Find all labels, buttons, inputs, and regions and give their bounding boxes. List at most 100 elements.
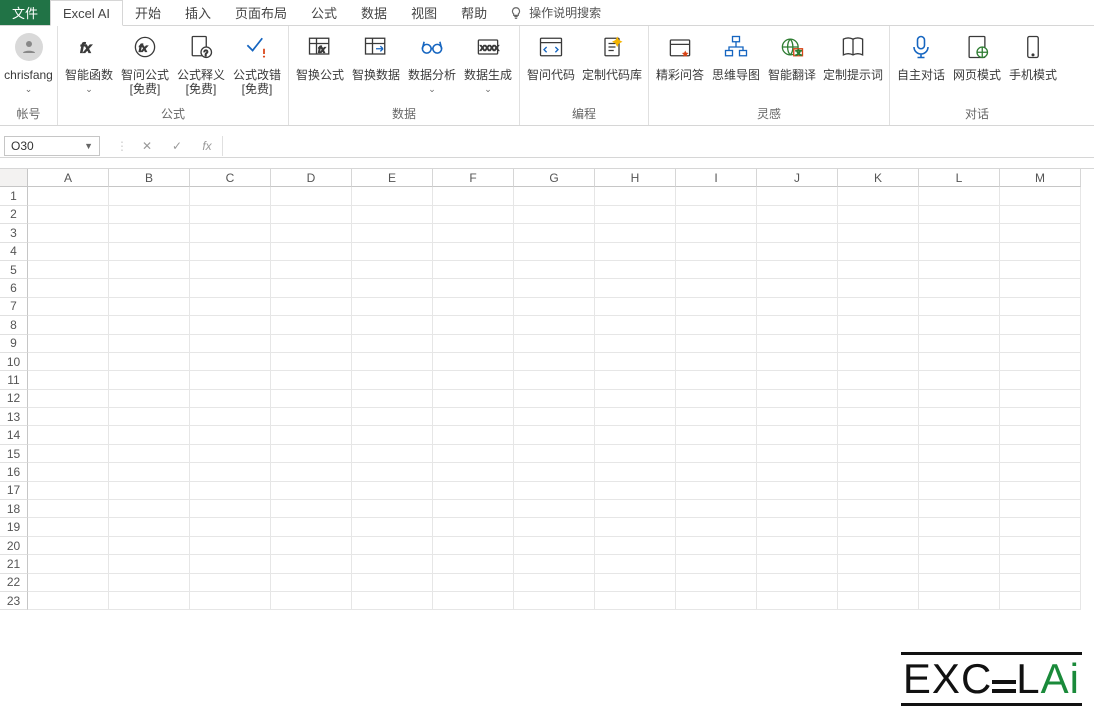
cell[interactable]: [190, 592, 271, 610]
cell[interactable]: [433, 316, 514, 334]
row-header[interactable]: 4: [0, 243, 28, 261]
cell[interactable]: [595, 555, 676, 573]
cell[interactable]: [757, 187, 838, 205]
cell[interactable]: [757, 224, 838, 242]
cell[interactable]: [109, 426, 190, 444]
cell[interactable]: [28, 224, 109, 242]
cell[interactable]: [514, 482, 595, 500]
cell[interactable]: [190, 353, 271, 371]
cell[interactable]: [28, 243, 109, 261]
cell[interactable]: [676, 426, 757, 444]
cell[interactable]: [595, 537, 676, 555]
cell[interactable]: [28, 279, 109, 297]
cell[interactable]: [757, 574, 838, 592]
cell[interactable]: [433, 187, 514, 205]
select-all-corner[interactable]: [0, 169, 28, 187]
cell[interactable]: [919, 316, 1000, 334]
cell[interactable]: [433, 592, 514, 610]
cell[interactable]: [514, 335, 595, 353]
cell[interactable]: [919, 482, 1000, 500]
cell[interactable]: [676, 445, 757, 463]
cell[interactable]: [28, 390, 109, 408]
cell[interactable]: [433, 426, 514, 444]
cell[interactable]: [433, 445, 514, 463]
cell[interactable]: [757, 463, 838, 481]
cell[interactable]: [676, 482, 757, 500]
row-header[interactable]: 2: [0, 206, 28, 224]
cell[interactable]: [271, 408, 352, 426]
cell[interactable]: [514, 206, 595, 224]
cell[interactable]: [514, 426, 595, 444]
cell[interactable]: [838, 243, 919, 261]
cell[interactable]: [757, 206, 838, 224]
cell[interactable]: [271, 316, 352, 334]
cell[interactable]: [190, 518, 271, 536]
cell[interactable]: [190, 426, 271, 444]
cell[interactable]: [352, 555, 433, 573]
cell[interactable]: [433, 390, 514, 408]
cell[interactable]: [757, 261, 838, 279]
cell[interactable]: [28, 371, 109, 389]
cell[interactable]: [433, 224, 514, 242]
cell[interactable]: [109, 537, 190, 555]
cell[interactable]: [271, 187, 352, 205]
cell[interactable]: [271, 555, 352, 573]
cell[interactable]: [919, 371, 1000, 389]
column-header[interactable]: K: [838, 169, 919, 187]
cell[interactable]: [271, 206, 352, 224]
cell[interactable]: [352, 463, 433, 481]
cell[interactable]: [28, 574, 109, 592]
cell[interactable]: [28, 426, 109, 444]
cell[interactable]: [1000, 187, 1081, 205]
cell[interactable]: [919, 574, 1000, 592]
web-mode-button[interactable]: 网页模式: [952, 30, 1002, 82]
cell[interactable]: [919, 390, 1000, 408]
cell[interactable]: [190, 445, 271, 463]
cell[interactable]: [757, 371, 838, 389]
cell[interactable]: [433, 500, 514, 518]
cell[interactable]: [1000, 335, 1081, 353]
cell[interactable]: [919, 555, 1000, 573]
cell[interactable]: [28, 500, 109, 518]
smart-function-button[interactable]: fx 智能函数 ⌄: [64, 30, 114, 96]
fix-formula-button[interactable]: 公式改错 [免费]: [232, 30, 282, 96]
cell[interactable]: [352, 592, 433, 610]
cell[interactable]: [190, 408, 271, 426]
cell[interactable]: [919, 463, 1000, 481]
cell[interactable]: [838, 408, 919, 426]
cell[interactable]: [514, 463, 595, 481]
cell[interactable]: [838, 445, 919, 463]
cell[interactable]: [919, 426, 1000, 444]
cell[interactable]: [757, 390, 838, 408]
cell[interactable]: [676, 261, 757, 279]
cell[interactable]: [838, 426, 919, 444]
cell[interactable]: [514, 353, 595, 371]
cell[interactable]: [514, 279, 595, 297]
column-header[interactable]: D: [271, 169, 352, 187]
cell[interactable]: [109, 500, 190, 518]
cell[interactable]: [28, 445, 109, 463]
cell[interactable]: [28, 206, 109, 224]
account-button[interactable]: chrisfang ⌄: [4, 30, 53, 95]
cell[interactable]: [676, 187, 757, 205]
cell[interactable]: [190, 206, 271, 224]
cell[interactable]: [1000, 408, 1081, 426]
cell[interactable]: [1000, 445, 1081, 463]
cell[interactable]: [676, 279, 757, 297]
row-header[interactable]: 13: [0, 408, 28, 426]
cell[interactable]: [838, 390, 919, 408]
cell[interactable]: [271, 500, 352, 518]
cell[interactable]: [919, 500, 1000, 518]
row-header[interactable]: 16: [0, 463, 28, 481]
cell[interactable]: [352, 298, 433, 316]
cell[interactable]: [676, 574, 757, 592]
cell[interactable]: [190, 335, 271, 353]
column-header[interactable]: A: [28, 169, 109, 187]
cell[interactable]: [514, 408, 595, 426]
tab-formula[interactable]: 公式: [299, 0, 349, 25]
cell[interactable]: [271, 353, 352, 371]
cell[interactable]: [271, 261, 352, 279]
cell[interactable]: [109, 243, 190, 261]
column-header[interactable]: M: [1000, 169, 1081, 187]
cell[interactable]: [1000, 500, 1081, 518]
